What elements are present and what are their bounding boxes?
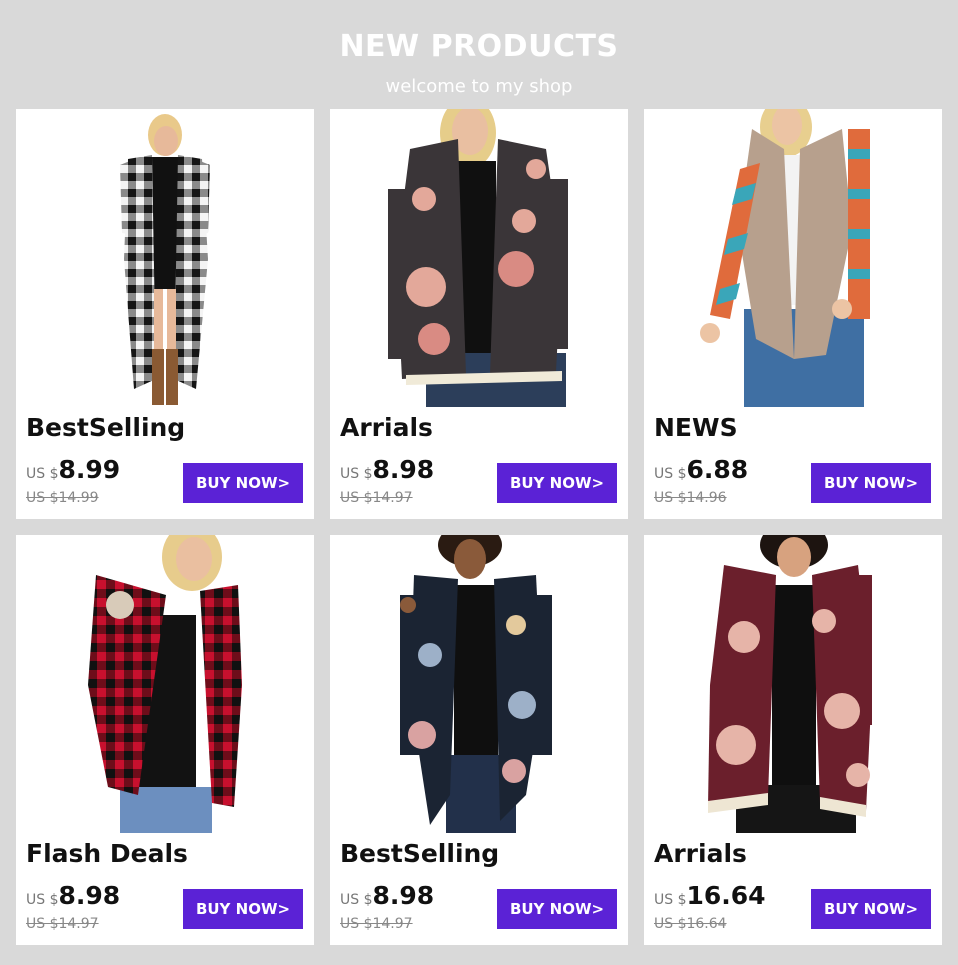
product-card[interactable]: BestSelling US $8.98 US $14.97 BUY NOW> [330, 535, 628, 945]
sale-price: 8.98 [372, 455, 435, 484]
buy-now-button[interactable]: BUY NOW> [183, 463, 303, 503]
product-card[interactable]: Flash Deals US $8.98 US $14.97 BUY NOW> [16, 535, 314, 945]
product-label[interactable]: Flash Deals [26, 839, 188, 868]
currency: US $ [340, 892, 373, 908]
price-row: US $8.98 [340, 881, 434, 910]
page-subtitle: welcome to my shop [385, 76, 573, 97]
price-row: US $8.98 [26, 881, 120, 910]
original-price: US $14.96 [654, 490, 727, 506]
original-price: US $14.97 [340, 916, 413, 932]
product-card[interactable]: Arrials US $8.98 US $14.97 BUY NOW> [330, 109, 628, 519]
buy-now-button[interactable]: BUY NOW> [497, 463, 617, 503]
original-price: US $14.97 [26, 916, 99, 932]
currency: US $ [26, 466, 59, 482]
original-price: US $16.64 [654, 916, 727, 932]
original-price: US $14.99 [26, 490, 99, 506]
buy-now-button[interactable]: BUY NOW> [811, 463, 931, 503]
product-card[interactable]: NEWS US $6.88 US $14.96 BUY NOW> [644, 109, 942, 519]
product-image[interactable] [330, 109, 628, 407]
buy-now-button[interactable]: BUY NOW> [811, 889, 931, 929]
product-image[interactable] [16, 109, 314, 407]
product-card[interactable]: Arrials US $16.64 US $16.64 BUY NOW> [644, 535, 942, 945]
product-image[interactable] [16, 535, 314, 833]
sale-price: 16.64 [686, 881, 766, 910]
header: NEW PRODUCTS welcome to my shop [0, 0, 958, 109]
currency: US $ [654, 466, 687, 482]
buy-now-button[interactable]: BUY NOW> [497, 889, 617, 929]
price-row: US $8.99 [26, 455, 120, 484]
currency: US $ [26, 892, 59, 908]
price-row: US $8.98 [340, 455, 434, 484]
product-label[interactable]: Arrials [654, 839, 747, 868]
product-image[interactable] [330, 535, 628, 833]
sale-price: 8.98 [372, 881, 435, 910]
product-label[interactable]: Arrials [340, 413, 433, 442]
original-price: US $14.97 [340, 490, 413, 506]
page-title: NEW PRODUCTS [339, 29, 619, 64]
sale-price: 6.88 [686, 455, 749, 484]
currency: US $ [340, 466, 373, 482]
product-label[interactable]: BestSelling [26, 413, 185, 442]
product-label[interactable]: BestSelling [340, 839, 499, 868]
buy-now-button[interactable]: BUY NOW> [183, 889, 303, 929]
price-row: US $6.88 [654, 455, 748, 484]
product-image[interactable] [644, 109, 942, 407]
sale-price: 8.99 [58, 455, 121, 484]
sale-price: 8.98 [58, 881, 121, 910]
product-card[interactable]: BestSelling US $8.99 US $14.99 BUY NOW> [16, 109, 314, 519]
product-image[interactable] [644, 535, 942, 833]
price-row: US $16.64 [654, 881, 766, 910]
product-label[interactable]: NEWS [654, 413, 738, 442]
currency: US $ [654, 892, 687, 908]
